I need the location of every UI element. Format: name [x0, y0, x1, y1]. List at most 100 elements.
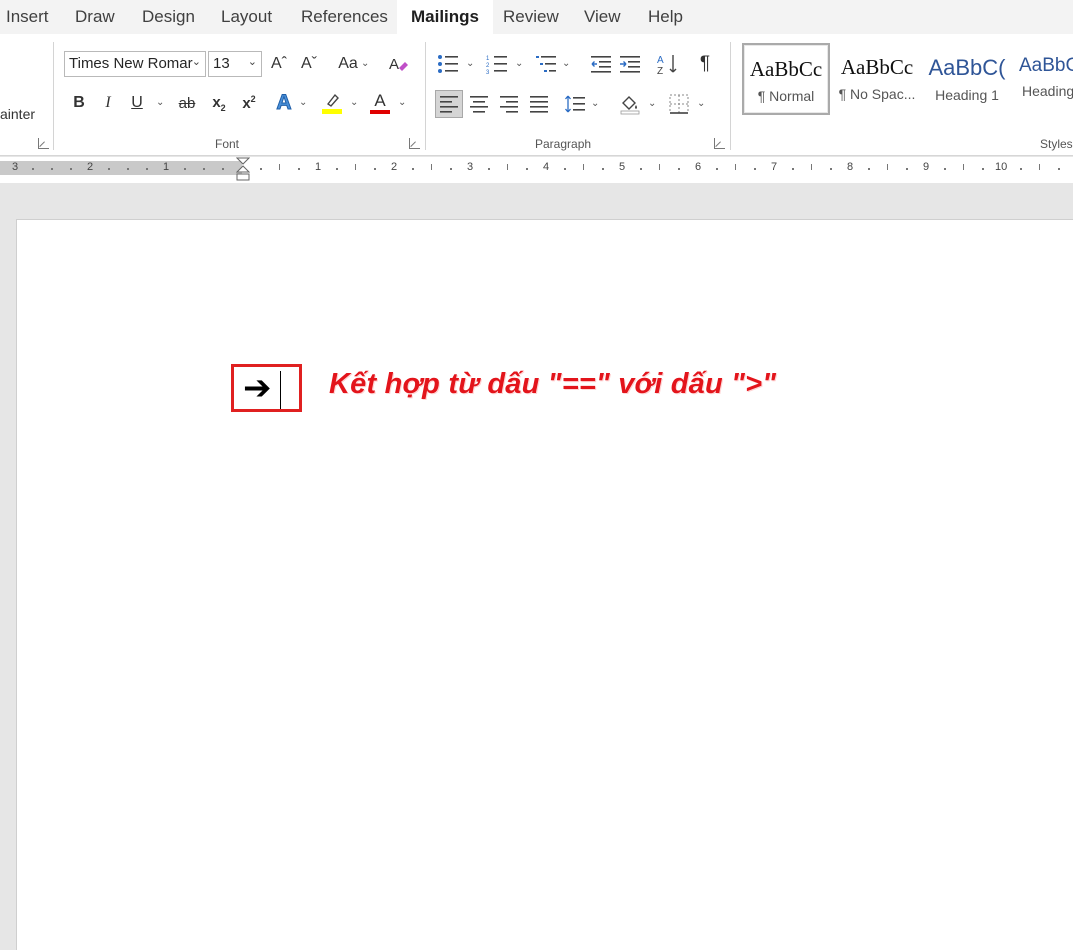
annotation-caption: Kết hợp từ dấu "==" với dấu ">" [329, 368, 777, 400]
text-effects-button[interactable]: A [271, 90, 297, 116]
ruler-dot [298, 168, 300, 170]
italic-icon: I [105, 94, 111, 111]
sort-button[interactable]: A Z [655, 51, 681, 77]
bold-button[interactable]: B [66, 90, 92, 116]
line-spacing-icon [565, 95, 585, 113]
superscript-button[interactable]: x2 [236, 90, 262, 116]
ruler-dot [222, 168, 224, 170]
chevron-down-icon[interactable]: ⌄ [361, 58, 369, 69]
chevron-down-icon[interactable]: ⌄ [350, 97, 358, 108]
font-name-combo[interactable]: Times New Romar ⌄ [64, 51, 206, 77]
shading-button[interactable] [617, 91, 643, 117]
ruler-tick [887, 164, 888, 170]
font-launcher-icon[interactable] [409, 138, 420, 149]
ruler-dot [488, 168, 490, 170]
ruler-dot [108, 168, 110, 170]
sort-icon: A Z [657, 55, 677, 75]
tab-draw[interactable]: Draw [75, 7, 115, 27]
clear-formatting-button[interactable]: A [386, 51, 412, 77]
decrease-indent-button[interactable] [588, 51, 614, 77]
ruler-tick [659, 164, 660, 170]
font-size-value: 13 [213, 55, 230, 72]
borders-button[interactable] [666, 91, 692, 117]
ruler-number: 1 [315, 161, 322, 173]
ruler-dot [792, 168, 794, 170]
clipboard-launcher-icon[interactable] [38, 138, 49, 149]
style-heading-2[interactable]: AaBbC Heading [1014, 43, 1073, 115]
font-size-combo[interactable]: 13 ⌄ [208, 51, 262, 77]
tab-references[interactable]: References [301, 7, 388, 27]
justify-button[interactable] [526, 91, 552, 117]
chevron-down-icon[interactable]: ⌄ [515, 58, 523, 69]
ruler-number: 10 [995, 161, 1008, 173]
ruler-dot [564, 168, 566, 170]
paragraph-launcher-icon[interactable] [714, 138, 725, 149]
show-formatting-marks-button[interactable]: ¶ [692, 51, 718, 77]
numbering-button[interactable]: 1 2 3 [484, 51, 510, 77]
underline-button[interactable]: U [124, 90, 150, 116]
ruler-dot [678, 168, 680, 170]
tab-view[interactable]: View [584, 7, 621, 27]
tab-help[interactable]: Help [648, 7, 683, 27]
arrow-symbol: ➔ [243, 368, 272, 408]
multilevel-list-button[interactable] [533, 51, 559, 77]
chevron-down-icon[interactable]: ⌄ [192, 55, 201, 68]
indent-marker-icon[interactable] [236, 157, 250, 183]
svg-text:Z: Z [657, 66, 663, 75]
style-no-spacing[interactable]: AaBbCc ¶ No Spac... [833, 43, 921, 115]
group-separator [425, 42, 426, 150]
ruler-number: 8 [847, 161, 854, 173]
change-case-button[interactable]: Aa [333, 51, 363, 77]
horizontal-ruler[interactable]: 3 2 1 1 2 3 4 5 6 7 8 9 10 [0, 157, 1073, 183]
chevron-down-icon[interactable]: ⌄ [398, 97, 406, 108]
ruler-dot [336, 168, 338, 170]
style-heading-1[interactable]: AaBbC( Heading 1 [923, 43, 1011, 115]
align-center-button[interactable] [466, 91, 492, 117]
format-painter-button[interactable]: ainter [0, 106, 35, 122]
ruler-dot [70, 168, 72, 170]
svg-text:A: A [657, 55, 664, 66]
increase-indent-button[interactable] [617, 51, 643, 77]
style-name: Heading 1 [935, 87, 999, 103]
grow-font-button[interactable]: Aˆ [266, 51, 292, 77]
shrink-font-button[interactable]: Aˇ [296, 51, 322, 77]
italic-button[interactable]: I [95, 90, 121, 116]
ruler-dot [374, 168, 376, 170]
chevron-down-icon[interactable]: ⌄ [466, 58, 474, 69]
ruler-dot [640, 168, 642, 170]
line-spacing-button[interactable] [562, 91, 588, 117]
bullets-button[interactable] [435, 51, 461, 77]
change-case-icon: Aa [338, 55, 358, 72]
style-normal[interactable]: AaBbCc ¶ Normal [742, 43, 830, 115]
ruler-number: 4 [543, 161, 550, 173]
tab-insert[interactable]: Insert [6, 7, 49, 27]
ruler-dot [830, 168, 832, 170]
tab-mailings[interactable]: Mailings [397, 0, 494, 34]
strikethrough-button[interactable]: ab [174, 90, 200, 116]
style-name: ¶ Normal [757, 88, 815, 104]
chevron-down-icon[interactable]: ⌄ [156, 97, 164, 108]
chevron-down-icon[interactable]: ⌄ [562, 58, 570, 69]
ruler-margin-area [0, 161, 242, 175]
tab-layout[interactable]: Layout [221, 7, 272, 27]
document-page[interactable] [16, 219, 1073, 950]
chevron-down-icon[interactable]: ⌄ [697, 98, 705, 109]
chevron-down-icon[interactable]: ⌄ [648, 98, 656, 109]
pilcrow-icon: ¶ [699, 53, 711, 74]
align-left-button[interactable] [435, 90, 463, 118]
chevron-down-icon[interactable]: ⌄ [299, 97, 307, 108]
svg-text:A: A [389, 56, 399, 73]
style-sample: AaBbCc [749, 57, 823, 81]
increase-indent-icon [620, 56, 640, 73]
subscript-button[interactable]: x2 [206, 90, 232, 116]
tab-review[interactable]: Review [503, 7, 559, 27]
chevron-down-icon[interactable]: ⌄ [591, 98, 599, 109]
font-color-button[interactable]: A [367, 90, 393, 116]
highlight-color-button[interactable] [319, 90, 345, 116]
align-right-button[interactable] [496, 91, 522, 117]
ruler-dot [450, 168, 452, 170]
borders-icon [669, 94, 689, 114]
chevron-down-icon[interactable]: ⌄ [248, 55, 257, 68]
ruler-dot [526, 168, 528, 170]
tab-design[interactable]: Design [142, 7, 195, 27]
